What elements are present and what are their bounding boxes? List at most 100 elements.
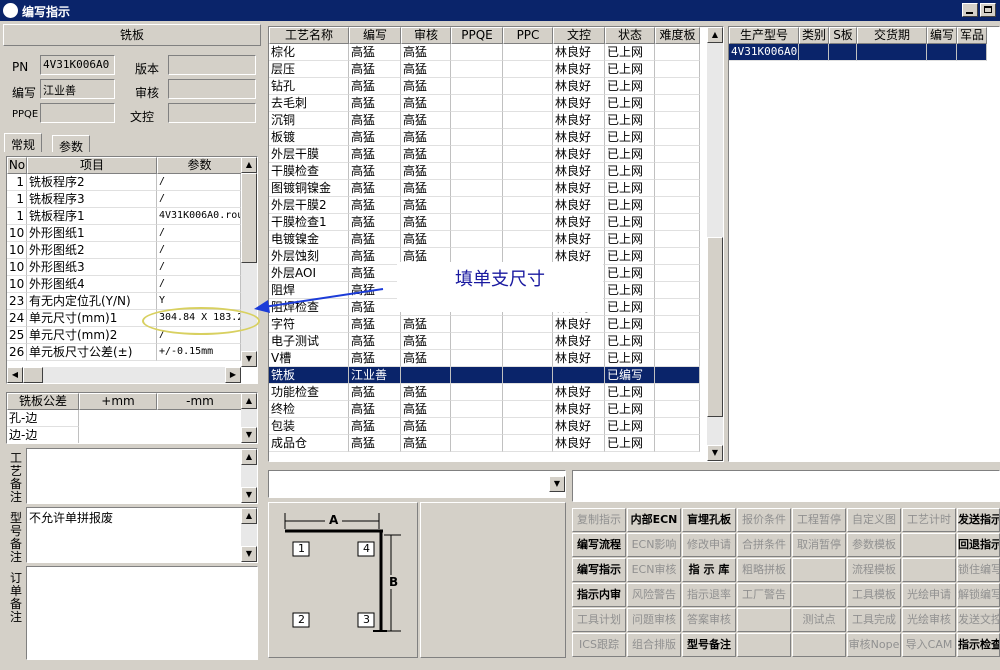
version-field[interactable] [168, 55, 256, 75]
process-cell[interactable] [451, 231, 503, 248]
process-cell[interactable] [655, 350, 700, 367]
scroll-down-icon[interactable]: ▼ [241, 427, 257, 443]
process-cell[interactable]: 高猛 [349, 61, 401, 78]
action-button[interactable]: 测试点 [792, 608, 846, 632]
tab-params[interactable]: 参数 [52, 135, 91, 154]
action-button[interactable]: 光绘申请 [902, 583, 956, 607]
process-cell[interactable]: 外层干膜2 [269, 197, 349, 214]
process-cell[interactable]: 高猛 [349, 401, 401, 418]
process-cell[interactable] [655, 112, 700, 129]
process-cell[interactable]: 高猛 [349, 316, 401, 333]
action-button[interactable]: 组合排版 [627, 633, 681, 657]
process-cell[interactable]: 外层AOI [269, 265, 349, 282]
process-cell[interactable] [451, 61, 503, 78]
process-cell[interactable] [655, 197, 700, 214]
process-cell[interactable] [655, 95, 700, 112]
action-button[interactable]: 编写指示 [572, 558, 626, 582]
process-cell[interactable]: 已上网 [605, 112, 655, 129]
process-cell[interactable]: 高猛 [401, 163, 451, 180]
selected-row-cell[interactable] [553, 367, 605, 384]
process-cell[interactable]: 高猛 [349, 78, 401, 95]
process-cell[interactable]: 去毛刺 [269, 95, 349, 112]
param-vscroll[interactable]: ▲ ▼ [241, 157, 257, 367]
process-cell[interactable] [655, 282, 700, 299]
process-cell[interactable]: 林良好 [553, 44, 605, 61]
scroll-down-icon[interactable]: ▼ [707, 445, 723, 461]
process-note-field[interactable]: ▲ ▼ [26, 448, 258, 504]
param-item-cell[interactable]: 单元板尺寸公差(±) [27, 344, 157, 361]
selected-row-cell[interactable] [503, 367, 553, 384]
process-cell[interactable]: 林良好 [553, 350, 605, 367]
process-cell[interactable]: 钻孔 [269, 78, 349, 95]
process-cell[interactable]: 林良好 [553, 418, 605, 435]
action-button[interactable]: 修改申请 [682, 533, 736, 557]
process-cell[interactable]: 高猛 [401, 316, 451, 333]
product-header-1[interactable]: 类别 [799, 27, 829, 44]
process-cell[interactable]: 高猛 [349, 129, 401, 146]
process-cell[interactable] [451, 163, 503, 180]
process-cell[interactable]: 林良好 [553, 78, 605, 95]
process-cell[interactable]: 林良好 [553, 163, 605, 180]
process-cell[interactable]: 高猛 [401, 401, 451, 418]
action-button[interactable]: 发送指示 [957, 508, 1000, 532]
action-button[interactable]: 指示内审 [572, 583, 626, 607]
param-item-cell[interactable]: 外形图纸4 [27, 276, 157, 293]
param-value-cell[interactable]: / [157, 191, 241, 208]
param-item-cell[interactable]: 有无内定位孔(Y/N) [27, 293, 157, 310]
scroll-down-icon[interactable]: ▼ [241, 546, 257, 562]
process-header-3[interactable]: PPQE [451, 27, 503, 44]
product-cell[interactable] [857, 44, 927, 61]
process-cell[interactable]: 包装 [269, 418, 349, 435]
scroll-up-icon[interactable]: ▲ [241, 157, 257, 173]
selected-row-cell[interactable]: 已编写 [605, 367, 655, 384]
process-cell[interactable] [451, 214, 503, 231]
process-cell[interactable] [451, 129, 503, 146]
process-cell[interactable] [503, 435, 553, 452]
action-button[interactable]: 光绘审核 [902, 608, 956, 632]
process-cell[interactable]: 高猛 [349, 333, 401, 350]
param-item-cell[interactable]: 铣板程序3 [27, 191, 157, 208]
model-note-field[interactable]: 不允许单拼报废 ▲ ▼ [26, 507, 258, 563]
process-cell[interactable]: 高猛 [349, 265, 401, 282]
process-cell[interactable]: 高猛 [401, 129, 451, 146]
process-cell[interactable]: 高猛 [349, 163, 401, 180]
process-cell[interactable]: 已上网 [605, 401, 655, 418]
action-button[interactable]: 问题审核 [627, 608, 681, 632]
action-button[interactable]: 指示检查 [957, 633, 1000, 657]
param-item-cell[interactable]: 外形图纸1 [27, 225, 157, 242]
tol-row-name[interactable]: 边-边 [7, 427, 79, 443]
process-cell[interactable] [655, 316, 700, 333]
process-cell[interactable]: 字符 [269, 316, 349, 333]
product-header-2[interactable]: S板 [829, 27, 857, 44]
tol-row-name[interactable]: 孔-边 [7, 410, 79, 427]
process-cell[interactable] [655, 384, 700, 401]
process-cell[interactable] [451, 418, 503, 435]
action-button[interactable]: 风险警告 [627, 583, 681, 607]
process-cell[interactable]: 已上网 [605, 180, 655, 197]
process-cell[interactable]: 高猛 [349, 180, 401, 197]
process-cell[interactable]: V槽 [269, 350, 349, 367]
param-item-cell[interactable]: 铣板程序1 [27, 208, 157, 225]
process-cell[interactable]: 高猛 [349, 248, 401, 265]
action-button[interactable]: ECN审核 [627, 558, 681, 582]
selected-row-cell[interactable]: 铣板 [269, 367, 349, 384]
process-cell[interactable]: 林良好 [553, 129, 605, 146]
process-cell[interactable] [655, 61, 700, 78]
action-button[interactable]: 工厂警告 [737, 583, 791, 607]
process-cell[interactable]: 已上网 [605, 282, 655, 299]
process-cell[interactable]: 高猛 [401, 231, 451, 248]
tab-general[interactable]: 常规 [4, 133, 43, 152]
param-value-cell[interactable]: / [157, 242, 241, 259]
action-button[interactable]: 答案审核 [682, 608, 736, 632]
process-vscroll[interactable]: ▲ ▼ [707, 27, 723, 461]
doc-field[interactable] [168, 103, 256, 123]
chevron-down-icon[interactable]: ▼ [549, 476, 565, 492]
process-cell[interactable]: 高猛 [349, 44, 401, 61]
process-cell[interactable]: 外层蚀刻 [269, 248, 349, 265]
product-header-3[interactable]: 交货期 [857, 27, 927, 44]
process-cell[interactable] [655, 146, 700, 163]
product-header-4[interactable]: 编写 [927, 27, 957, 44]
action-button[interactable]: 工具模板 [847, 583, 901, 607]
process-cell[interactable] [503, 180, 553, 197]
action-button[interactable] [792, 558, 846, 582]
